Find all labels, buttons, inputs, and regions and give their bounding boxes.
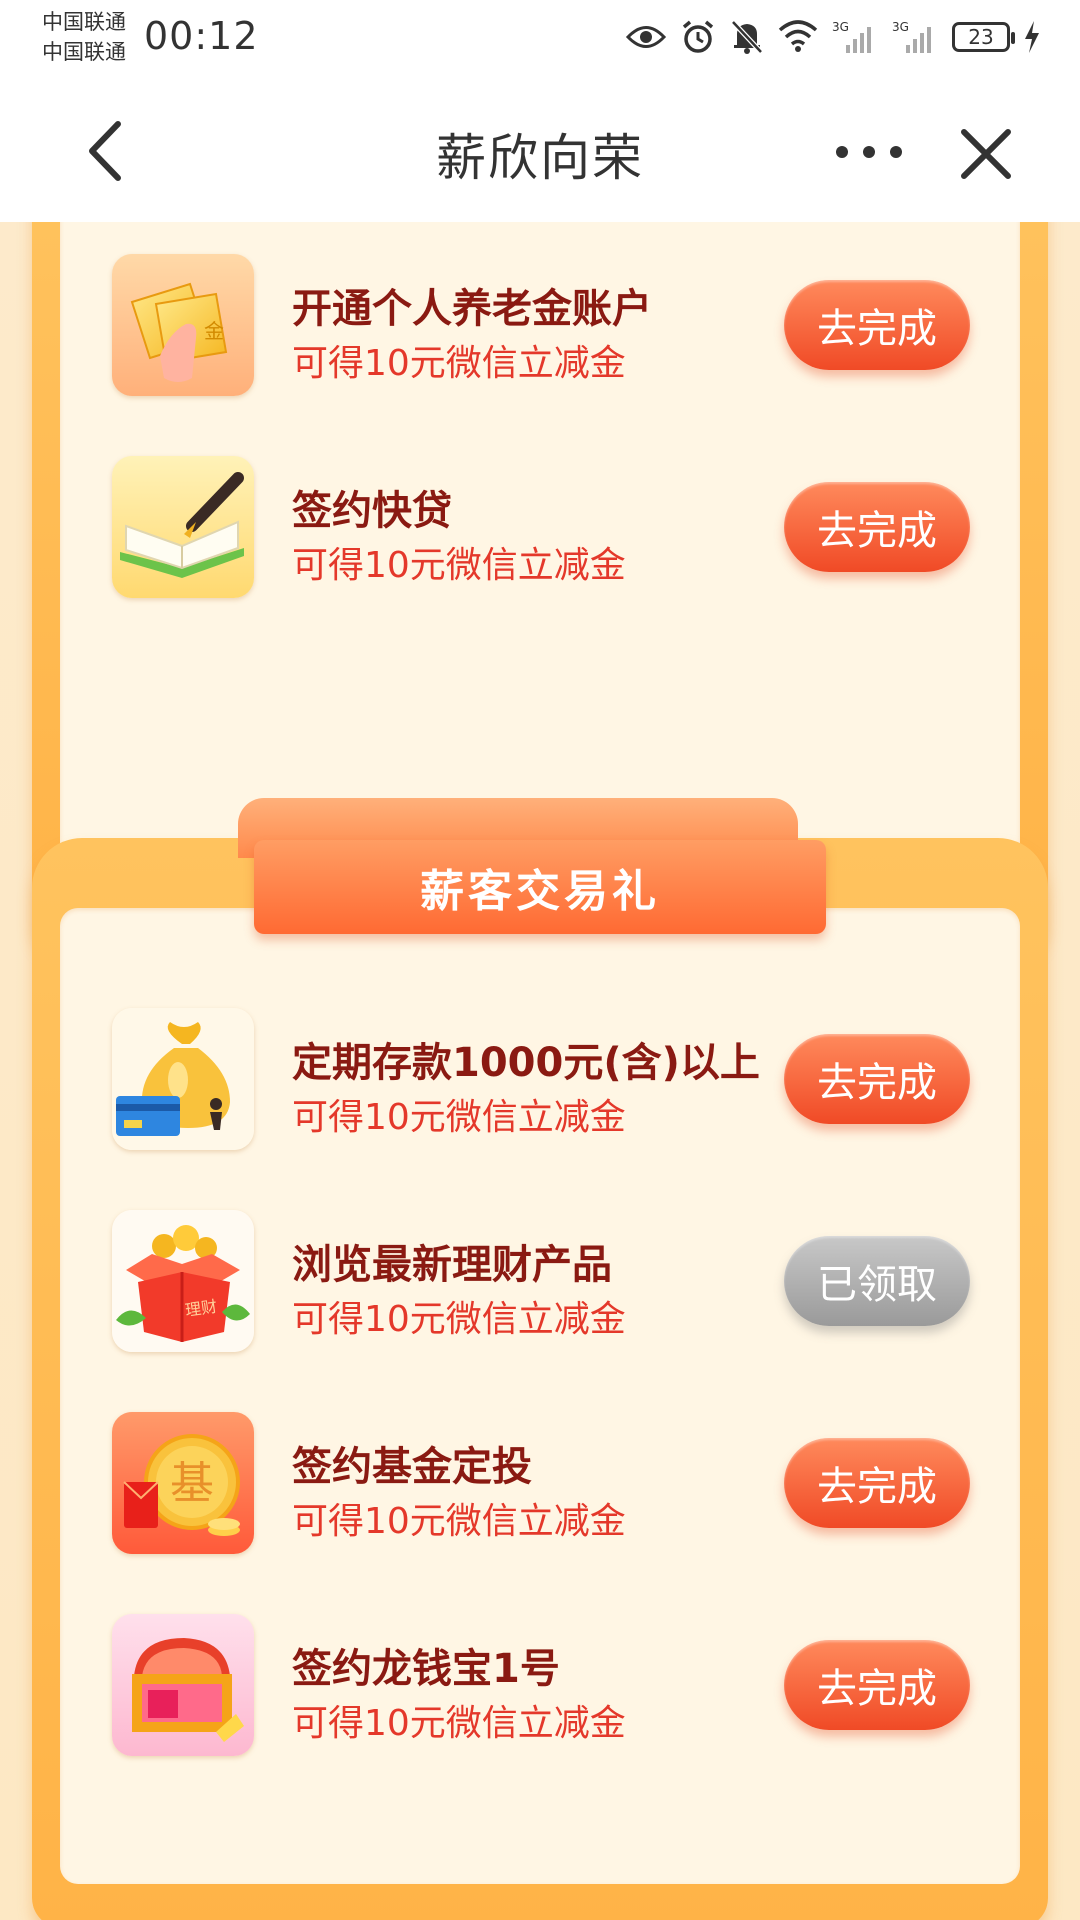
- task-title: 签约快贷: [292, 488, 452, 534]
- gift-box-icon: 理财: [112, 1210, 254, 1352]
- task-title: 浏览最新理财产品: [292, 1242, 612, 1288]
- signal-3g-icon-2: 3G: [892, 20, 931, 53]
- clock: 00:12: [144, 14, 259, 58]
- nav-bar: 薪欣向荣: [0, 80, 1080, 222]
- carrier-2: 中国联通: [42, 40, 126, 64]
- battery-level: 23: [968, 25, 994, 49]
- task-title: 开通个人养老金账户: [292, 286, 652, 332]
- dot: [863, 146, 875, 158]
- dot: [890, 146, 902, 158]
- gold-label: 金: [204, 319, 224, 343]
- complete-button[interactable]: 去完成: [784, 280, 970, 370]
- task-row-fixed-deposit: 定期存款1000元(含)以上 可得10元微信立减金 去完成: [112, 1008, 972, 1152]
- task-title: 签约基金定投: [292, 1444, 532, 1490]
- task-row-browse-products: 理财 浏览最新理财产品 可得10元微信立减金 已领取: [112, 1210, 972, 1354]
- task-title: 签约龙钱宝1号: [292, 1646, 560, 1692]
- task-row-quick-loan: 签约快贷 可得10元微信立减金 去完成: [112, 456, 972, 600]
- charging-icon: [1025, 21, 1039, 53]
- complete-button[interactable]: 去完成: [784, 1640, 970, 1730]
- svg-text:3G: 3G: [832, 20, 849, 34]
- wifi-icon: [778, 20, 818, 52]
- task-reward: 可得10元微信立减金: [292, 1299, 626, 1340]
- complete-button[interactable]: 去完成: [784, 1034, 970, 1124]
- fund-coin-icon: 基: [112, 1412, 254, 1554]
- task-reward: 可得10元微信立减金: [292, 343, 626, 384]
- carrier-info: 中国联通 中国联通: [42, 8, 126, 66]
- claimed-button[interactable]: 已领取: [784, 1236, 970, 1326]
- page-content[interactable]: 金 开通个人养老金账户 可得10元微信立减金 去完成 签约快贷 可得10元微信立…: [0, 222, 1080, 1920]
- close-icon[interactable]: [956, 124, 1016, 184]
- eye-icon: [626, 26, 666, 48]
- task-reward: 可得10元微信立减金: [292, 1703, 626, 1744]
- svg-text:3G: 3G: [892, 20, 909, 34]
- complete-button[interactable]: 去完成: [784, 482, 970, 572]
- money-bag-icon: [112, 1008, 254, 1150]
- carrier-1: 中国联通: [42, 10, 126, 34]
- battery-indicator: 23: [952, 22, 1015, 52]
- alarm-icon: [682, 20, 714, 53]
- signal-3g-icon-1: 3G: [832, 20, 871, 53]
- task-reward: 可得10元微信立减金: [292, 1501, 626, 1542]
- status-bar: 中国联通 中国联通 00:12 3G 3G 23: [0, 0, 1080, 80]
- section-ribbon: 薪客交易礼: [254, 840, 826, 934]
- more-dots-icon[interactable]: [836, 130, 902, 174]
- status-icons: 3G 3G 23: [626, 12, 1040, 62]
- task-row-fund-plan: 基 签约基金定投 可得10元微信立减金 去完成: [112, 1412, 972, 1556]
- task-title: 定期存款1000元(含)以上: [292, 1040, 760, 1086]
- treasure-chest-icon: [112, 1614, 254, 1756]
- dot: [836, 146, 848, 158]
- section-title: 薪客交易礼: [420, 866, 660, 917]
- page-title: 薪欣向荣: [436, 129, 644, 187]
- fund-label: 基: [170, 1458, 214, 1509]
- pen-notebook-icon: [112, 456, 254, 598]
- task-reward: 可得10元微信立减金: [292, 545, 626, 586]
- mute-bell-icon: [731, 20, 763, 54]
- task-row-longqianbao: 签约龙钱宝1号 可得10元微信立减金 去完成: [112, 1614, 972, 1758]
- complete-button[interactable]: 去完成: [784, 1438, 970, 1528]
- pension-gold-icon: 金: [112, 254, 254, 396]
- task-reward: 可得10元微信立减金: [292, 1097, 626, 1138]
- task-row-pension: 金 开通个人养老金账户 可得10元微信立减金 去完成: [112, 254, 972, 398]
